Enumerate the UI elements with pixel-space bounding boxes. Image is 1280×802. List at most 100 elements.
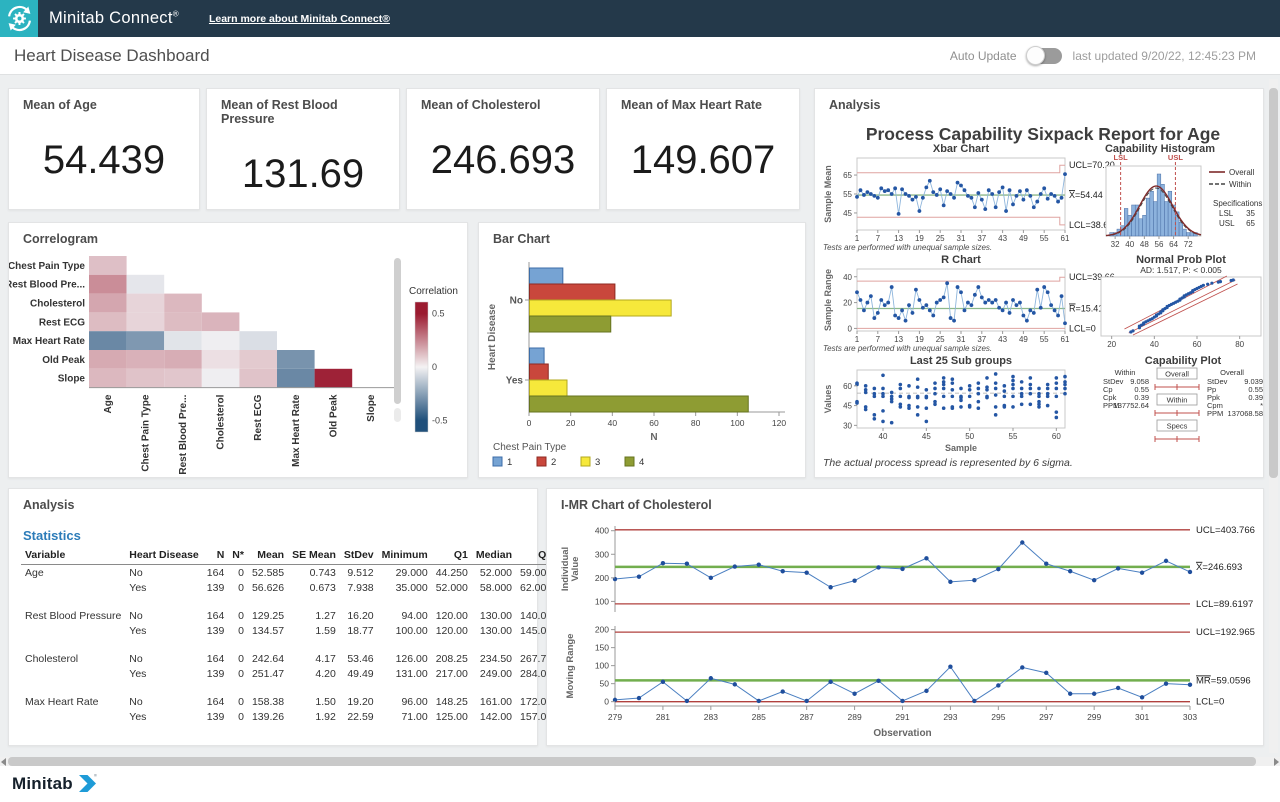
- svg-text:137068.58: 137068.58: [1228, 409, 1263, 418]
- column-header: N*: [228, 547, 248, 565]
- svg-text:Moving Range: Moving Range: [565, 634, 576, 699]
- horizontal-scrollbar-thumb[interactable]: [8, 757, 1256, 766]
- analysis-statistics-panel: Analysis Statistics VariableHeart Diseas…: [8, 488, 538, 746]
- kpi-value: 54.439: [9, 138, 199, 183]
- svg-text:200: 200: [595, 573, 609, 583]
- svg-text:Age: Age: [103, 394, 114, 413]
- table-row: AgeNo164052.5850.7439.51229.00044.25052.…: [21, 565, 613, 581]
- svg-text:0: 0: [432, 362, 437, 372]
- kpi-value: 131.69: [207, 152, 399, 197]
- kpi-title: Mean of Max Heart Rate: [607, 89, 799, 112]
- heart-disease-bar-chart: 020406080100120NHeart DiseaseNoYesChest …: [483, 248, 803, 474]
- column-header: SE Mean: [288, 547, 340, 565]
- svg-text:281: 281: [656, 712, 670, 722]
- svg-text:19: 19: [915, 234, 924, 243]
- svg-text:Rest ECG: Rest ECG: [253, 394, 264, 440]
- svg-text:Process Capability Sixpack Rep: Process Capability Sixpack Report for Ag…: [866, 124, 1221, 144]
- minitab-chevron-logo-icon: [78, 774, 97, 793]
- svg-text:100: 100: [730, 418, 744, 428]
- kpi-card-mean-max-heart-rate: Mean of Max Heart Rate 149.607: [606, 88, 800, 210]
- svg-text:299: 299: [1087, 712, 1101, 722]
- svg-text:MR=59.0596: MR=59.0596: [1196, 675, 1251, 686]
- svg-text:293: 293: [943, 712, 957, 722]
- panel-title: Correlogram: [9, 223, 467, 246]
- footer-brand-text: Minitab: [12, 774, 73, 794]
- svg-text:Last 25 Sub groups: Last 25 Sub groups: [910, 355, 1012, 367]
- svg-text:3: 3: [595, 457, 600, 468]
- svg-text:PPM: PPM: [1207, 409, 1223, 418]
- scroll-right-arrow-icon[interactable]: [1274, 758, 1279, 766]
- svg-text:40: 40: [1125, 240, 1134, 249]
- kpi-card-mean-age: Mean of Age 54.439: [8, 88, 200, 210]
- svg-text:R=15.41: R=15.41: [1069, 304, 1103, 314]
- panel-title: Bar Chart: [479, 223, 805, 246]
- svg-text:60: 60: [843, 382, 852, 391]
- bar-chart-panel: Bar Chart 020406080100120NHeart DiseaseN…: [478, 222, 806, 478]
- svg-text:291: 291: [895, 712, 909, 722]
- svg-text:Old Peak: Old Peak: [328, 394, 339, 437]
- imr-control-chart: 100200300400UCL=403.766X=246.693LCL=89.6…: [551, 514, 1261, 742]
- svg-text:Overall: Overall: [1220, 368, 1244, 377]
- svg-text:303: 303: [1183, 712, 1197, 722]
- svg-text:1: 1: [855, 234, 860, 243]
- svg-text:-0.5: -0.5: [432, 415, 448, 425]
- svg-text:1: 1: [855, 335, 860, 344]
- brand-title: Minitab Connect®: [49, 9, 179, 28]
- page-title: Heart Disease Dashboard: [14, 46, 210, 66]
- svg-text:Sample: Sample: [945, 443, 977, 453]
- kpi-card-mean-cholesterol: Mean of Cholesterol 246.693: [406, 88, 600, 210]
- svg-text:Overall: Overall: [1165, 370, 1189, 379]
- svg-text:X=246.693: X=246.693: [1196, 562, 1242, 573]
- svg-text:80: 80: [691, 418, 701, 428]
- svg-text:Max Heart Rate: Max Heart Rate: [291, 394, 302, 467]
- svg-text:Observation: Observation: [873, 728, 931, 739]
- auto-update-toggle[interactable]: [1028, 48, 1062, 64]
- svg-text:Tests are performed with unequ: Tests are performed with unequal sample …: [823, 243, 992, 252]
- svg-text:AD: 1.517, P: < 0.005: AD: 1.517, P: < 0.005: [1140, 265, 1222, 275]
- svg-text:Sample Range: Sample Range: [823, 269, 833, 331]
- svg-text:100: 100: [595, 596, 609, 606]
- svg-text:Heart Disease: Heart Disease: [487, 303, 498, 370]
- svg-text:Within: Within: [1229, 180, 1251, 189]
- svg-text:40: 40: [608, 418, 618, 428]
- learn-more-link[interactable]: Learn more about Minitab Connect®: [209, 13, 390, 25]
- svg-text:7: 7: [876, 335, 881, 344]
- auto-update-label: Auto Update: [950, 49, 1017, 63]
- svg-text:400: 400: [595, 526, 609, 536]
- svg-text:49: 49: [1019, 234, 1028, 243]
- vertical-scrollbar-thumb[interactable]: [1269, 88, 1278, 478]
- sync-gear-icon: [6, 5, 33, 32]
- svg-text:289: 289: [847, 712, 861, 722]
- svg-text:The actual process spread is r: The actual process spread is represented…: [823, 457, 1073, 469]
- svg-text:55: 55: [843, 190, 852, 199]
- svg-text:60: 60: [1193, 340, 1202, 349]
- svg-text:65: 65: [843, 171, 852, 180]
- column-header: StDev: [340, 547, 378, 565]
- scroll-left-arrow-icon[interactable]: [1, 758, 6, 766]
- svg-text:45: 45: [843, 402, 852, 411]
- page-footer: Minitab: [0, 766, 1280, 802]
- svg-text:4: 4: [639, 457, 644, 468]
- svg-text:LSL: LSL: [1114, 153, 1129, 162]
- minitab-connect-logo[interactable]: [0, 0, 38, 37]
- svg-text:Chest Pain Type: Chest Pain Type: [140, 394, 151, 471]
- svg-text:48: 48: [1140, 240, 1149, 249]
- analysis-sixpack-panel: Analysis Process Capability Sixpack Repo…: [814, 88, 1264, 478]
- svg-text:50: 50: [600, 679, 610, 689]
- svg-text:61: 61: [1061, 234, 1070, 243]
- panel-title: I-MR Chart of Cholesterol: [547, 489, 1263, 512]
- column-header: N: [203, 547, 229, 565]
- svg-text:25: 25: [936, 335, 945, 344]
- column-header: Variable: [21, 547, 125, 565]
- last-updated-text: last updated 9/20/22, 12:45:23 PM: [1073, 49, 1256, 63]
- toggle-knob: [1026, 46, 1045, 65]
- svg-text:285: 285: [752, 712, 766, 722]
- kpi-title: Mean of Cholesterol: [407, 89, 599, 112]
- statistics-heading[interactable]: Statistics: [23, 528, 523, 543]
- svg-text:R Chart: R Chart: [941, 254, 981, 266]
- top-navbar: Minitab Connect® Learn more about Minita…: [0, 0, 1280, 37]
- svg-text:Max Heart Rate: Max Heart Rate: [13, 336, 86, 347]
- svg-text:137752.64: 137752.64: [1114, 401, 1149, 410]
- correlogram-panel: Correlogram Chest Pain TypeRest Blood Pr…: [8, 222, 468, 478]
- correlogram-heatmap: Chest Pain TypeRest Blood Pre...Choleste…: [9, 248, 465, 474]
